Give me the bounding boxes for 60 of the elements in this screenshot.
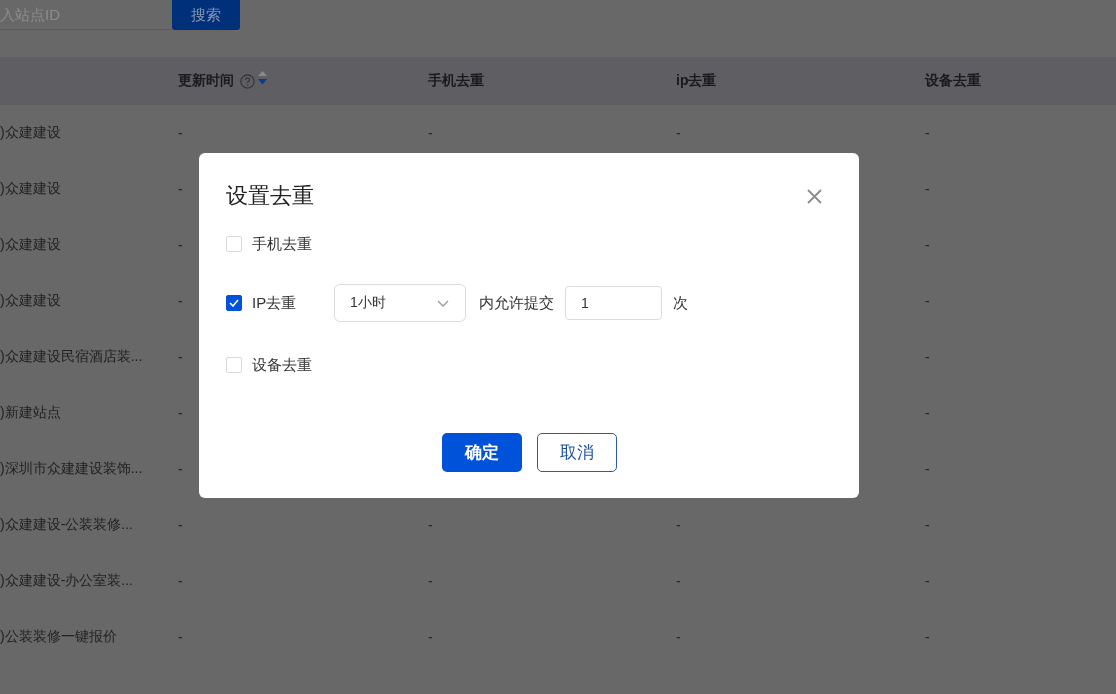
table-cell: )众建建设 xyxy=(0,236,61,254)
table-cell: - xyxy=(925,629,930,645)
chevron-down-icon xyxy=(437,299,449,307)
column-header: 设备去重 xyxy=(925,72,981,90)
table-cell: )众建建设民宿酒店装... xyxy=(0,348,143,366)
count-field[interactable]: 1 xyxy=(565,286,662,320)
table-cell: )众建建设 xyxy=(0,180,61,198)
checkmark-icon xyxy=(229,299,239,307)
search-button[interactable]: 搜索 xyxy=(172,0,240,30)
table-cell: - xyxy=(178,293,183,309)
table-cell: - xyxy=(925,237,930,253)
close-button[interactable] xyxy=(807,188,822,204)
table-cell: - xyxy=(676,629,681,645)
table-cell: - xyxy=(178,517,183,533)
table-cell: - xyxy=(925,125,930,141)
table-cell: )众建建设 xyxy=(0,124,61,142)
table-cell: - xyxy=(676,573,681,589)
table-cell: - xyxy=(676,125,681,141)
dialog-title: 设置去重 xyxy=(226,182,314,210)
period-dropdown[interactable]: 1小时 xyxy=(334,284,466,322)
table-cell: - xyxy=(925,517,930,533)
checkbox[interactable] xyxy=(226,295,242,311)
table-cell: )众建建设-公装装修... xyxy=(0,516,133,534)
table-cell: )新建站点 xyxy=(0,404,61,422)
table-cell: - xyxy=(178,181,183,197)
table-cell: - xyxy=(428,573,433,589)
table-cell: - xyxy=(178,349,183,365)
table-cell: - xyxy=(178,573,183,589)
checkbox-label: 手机去重 xyxy=(252,234,312,254)
table-cell: - xyxy=(178,405,183,421)
field-label: 内允许提交 xyxy=(479,293,554,313)
unit-label: 次 xyxy=(673,293,688,313)
column-header: 手机去重 xyxy=(428,72,484,90)
table-cell: - xyxy=(178,125,183,141)
column-header: 更新时间 xyxy=(178,72,234,90)
table-cell: - xyxy=(925,461,930,477)
checkbox-label: 设备去重 xyxy=(252,355,312,375)
checkbox-label: IP去重 xyxy=(252,293,297,313)
cancel-button[interactable]: 取消 xyxy=(536,433,617,472)
table-cell: )众建建设 xyxy=(0,292,61,310)
table-cell: - xyxy=(428,517,433,533)
table-cell: )众建建设-办公室装... xyxy=(0,572,133,590)
column-header: ip去重 xyxy=(676,72,717,90)
close-icon xyxy=(807,188,822,204)
sort-ascending-icon[interactable] xyxy=(258,70,267,76)
table-cell: - xyxy=(925,405,930,421)
confirm-button[interactable]: 确定 xyxy=(441,433,522,472)
table-cell: - xyxy=(925,293,930,309)
table-cell: )公装装修一键报价 xyxy=(0,628,117,646)
table-cell: - xyxy=(676,517,681,533)
table-cell: - xyxy=(925,181,930,197)
table-cell: - xyxy=(428,125,433,141)
table-cell: - xyxy=(925,349,930,365)
table-cell: - xyxy=(428,629,433,645)
table-cell: - xyxy=(178,461,183,477)
table-cell: - xyxy=(178,237,183,253)
table-cell: - xyxy=(925,573,930,589)
table-cell: - xyxy=(178,629,183,645)
table-cell: )深圳市众建建设装饰... xyxy=(0,460,143,478)
sort-descending-icon[interactable] xyxy=(258,78,267,84)
